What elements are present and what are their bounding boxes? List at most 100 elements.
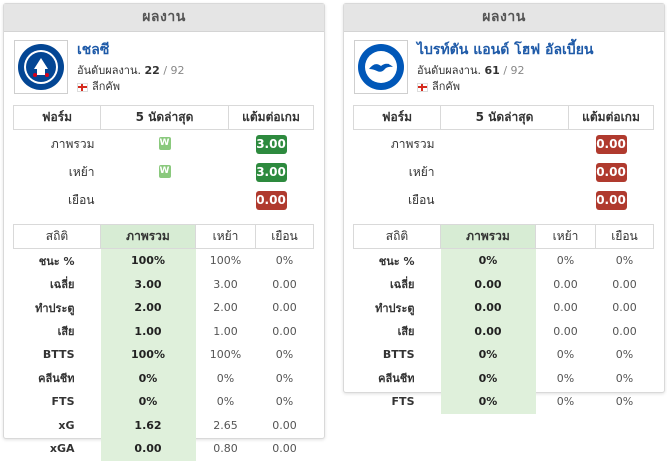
form-header-row: ฟอร์ม 5 นัดล่าสุด แต้มต่อเกม [13, 105, 314, 130]
stats-body: ชนะ % 0% 0% 0% เฉลี่ย 0.00 0.00 0.00 ทำประตู 0.00… [354, 248, 654, 414]
stats-row: เสีย 0.00 0.00 0.00 [354, 319, 654, 343]
stats-row: เฉลี่ย 0.00 0.00 0.00 [354, 272, 654, 296]
stat-label: เสีย [397, 325, 415, 339]
form-row-label: เหย้า [68, 164, 95, 179]
form-row-label: เหย้า [408, 164, 435, 179]
stat-label: เฉลี่ย [50, 278, 75, 292]
stat-away: 0% [615, 371, 634, 385]
win-badge[interactable]: W [158, 137, 171, 150]
ppg-badge: 0.00 [595, 162, 627, 182]
stat-overall: 0.00 [440, 272, 536, 296]
stat-overall: 100% [100, 343, 196, 367]
stats-row: FTS 0% 0% 0% [354, 390, 654, 414]
team-name-link[interactable]: เชลซี [77, 39, 109, 61]
form-row-label: ภาพรวม [390, 136, 435, 151]
stat-home: 0% [216, 371, 235, 385]
ppg-cell: 0.00 [229, 186, 314, 214]
stat-away: 0% [615, 395, 634, 409]
away-col-header[interactable]: เยือน [255, 224, 314, 249]
form-results [441, 130, 569, 159]
ppg-cell: 3.00 [229, 130, 314, 159]
stat-home: 2.00 [213, 301, 238, 315]
home-col-header[interactable]: เหย้า [535, 224, 596, 249]
ppg-col-header: แต้มต่อเกม [568, 105, 654, 130]
stat-overall: 0.00 [440, 319, 536, 343]
form-row: เหย้า 0.00 [354, 158, 654, 186]
stat-home: 0.80 [213, 442, 238, 456]
stat-label: BTTS [42, 348, 75, 362]
stats-row: ชนะ % 0% 0% 0% [354, 248, 654, 273]
team-league: ลีกคัพ [417, 77, 460, 95]
form-row: เหย้า W 3.00 [14, 158, 314, 186]
stat-home: 3.00 [213, 277, 238, 291]
stat-label: BTTS [382, 348, 415, 362]
stat-home: 0.00 [553, 301, 578, 315]
form-col-header: ฟอร์ม [13, 105, 101, 130]
overall-col-header[interactable]: ภาพรวม [440, 224, 536, 249]
brighton-crest-icon [358, 44, 404, 90]
stats-table: สถิติ ภาพรวม เหย้า เยือน ชนะ % 100% 100% 0%… [13, 224, 314, 461]
stat-overall: 0.00 [440, 296, 536, 320]
ppg-cell: 0.00 [569, 186, 654, 214]
rank-value: 61 [484, 64, 500, 77]
stat-away: 0.00 [272, 442, 297, 456]
form-header-row: ฟอร์ม 5 นัดล่าสุด แต้มต่อเกม [353, 105, 654, 130]
league-name: ลีกคัพ [92, 80, 121, 93]
form-row-label: เยือน [67, 192, 95, 207]
stat-away: 0% [615, 254, 634, 268]
form-results [441, 158, 569, 186]
home-col-header[interactable]: เหย้า [195, 224, 256, 249]
team-logo[interactable] [14, 40, 68, 94]
stats-header-row: สถิติ ภาพรวม เหย้า เยือน [13, 224, 314, 249]
stat-away: 0.00 [272, 277, 297, 291]
stat-label: ทำประตู [35, 301, 75, 315]
stats-row: BTTS 0% 0% 0% [354, 343, 654, 367]
stat-label: คลีนชีท [378, 372, 415, 386]
stat-label: xGA [49, 442, 75, 456]
form-table: ฟอร์ม 5 นัดล่าสุด แต้มต่อเกม ภาพรวม 0.00… [353, 105, 654, 214]
stat-home: 0% [216, 395, 235, 409]
ppg-cell: 0.00 [569, 130, 654, 159]
form-row: เยือน 0.00 [354, 186, 654, 214]
stats-row: BTTS 100% 100% 0% [14, 343, 314, 367]
stats-row: เฉลี่ย 3.00 3.00 0.00 [14, 272, 314, 296]
form-results [441, 186, 569, 214]
ppg-badge: 0.00 [255, 190, 287, 210]
stat-label: ทำประตู [375, 301, 415, 315]
stat-overall: 0% [440, 366, 536, 390]
form-col-header: ฟอร์ม [353, 105, 441, 130]
stat-home: 0.00 [553, 277, 578, 291]
stat-away: 0.00 [272, 301, 297, 315]
team-info: ไบรท์ตัน แอนด์ โฮฟ อัลเบี้ยน อันดับผลงาน… [344, 32, 664, 96]
team-form-card-home: ผลงาน เชลซี อันดับผลงาน. 22 / 92 ลีกคัพ … [3, 3, 325, 461]
stat-overall: 3.00 [100, 272, 196, 296]
team-logo[interactable] [354, 40, 408, 94]
stat-away: 0.00 [612, 301, 637, 315]
stat-label: เสีย [57, 325, 75, 339]
overall-col-header[interactable]: ภาพรวม [100, 224, 196, 249]
stats-row: คลีนชีท 0% 0% 0% [354, 366, 654, 390]
chelsea-crest-icon [18, 44, 64, 90]
rank-total: / 92 [503, 64, 525, 77]
team-name-link[interactable]: ไบรท์ตัน แอนด์ โฮฟ อัลเบี้ยน [417, 39, 593, 61]
stat-overall: 0% [440, 390, 536, 414]
stats-col-header: สถิติ [13, 224, 101, 249]
stat-away: 0% [275, 348, 294, 362]
stat-overall: 0% [100, 390, 196, 414]
ppg-cell: 0.00 [569, 158, 654, 186]
stats-row: คลีนชีท 0% 0% 0% [14, 366, 314, 390]
stats-row: ชนะ % 100% 100% 0% [14, 248, 314, 273]
stat-label: FTS [391, 395, 415, 409]
team-form-card-away: ผลงาน ไบรท์ตัน แอนด์ โฮฟ อัลเบี้ยน อันดั… [343, 3, 665, 414]
away-col-header[interactable]: เยือน [595, 224, 654, 249]
stat-home: 0% [556, 371, 575, 385]
win-badge[interactable]: W [158, 165, 171, 178]
stat-away: 0.00 [612, 324, 637, 338]
ppg-badge: 0.00 [595, 190, 627, 210]
stats-header-row: สถิติ ภาพรวม เหย้า เยือน [353, 224, 654, 249]
last5-col-header: 5 นัดล่าสุด [100, 105, 229, 130]
stat-away: 0% [275, 395, 294, 409]
stat-away: 0.00 [272, 324, 297, 338]
stat-label: FTS [51, 395, 75, 409]
stat-overall: 1.62 [100, 413, 196, 437]
